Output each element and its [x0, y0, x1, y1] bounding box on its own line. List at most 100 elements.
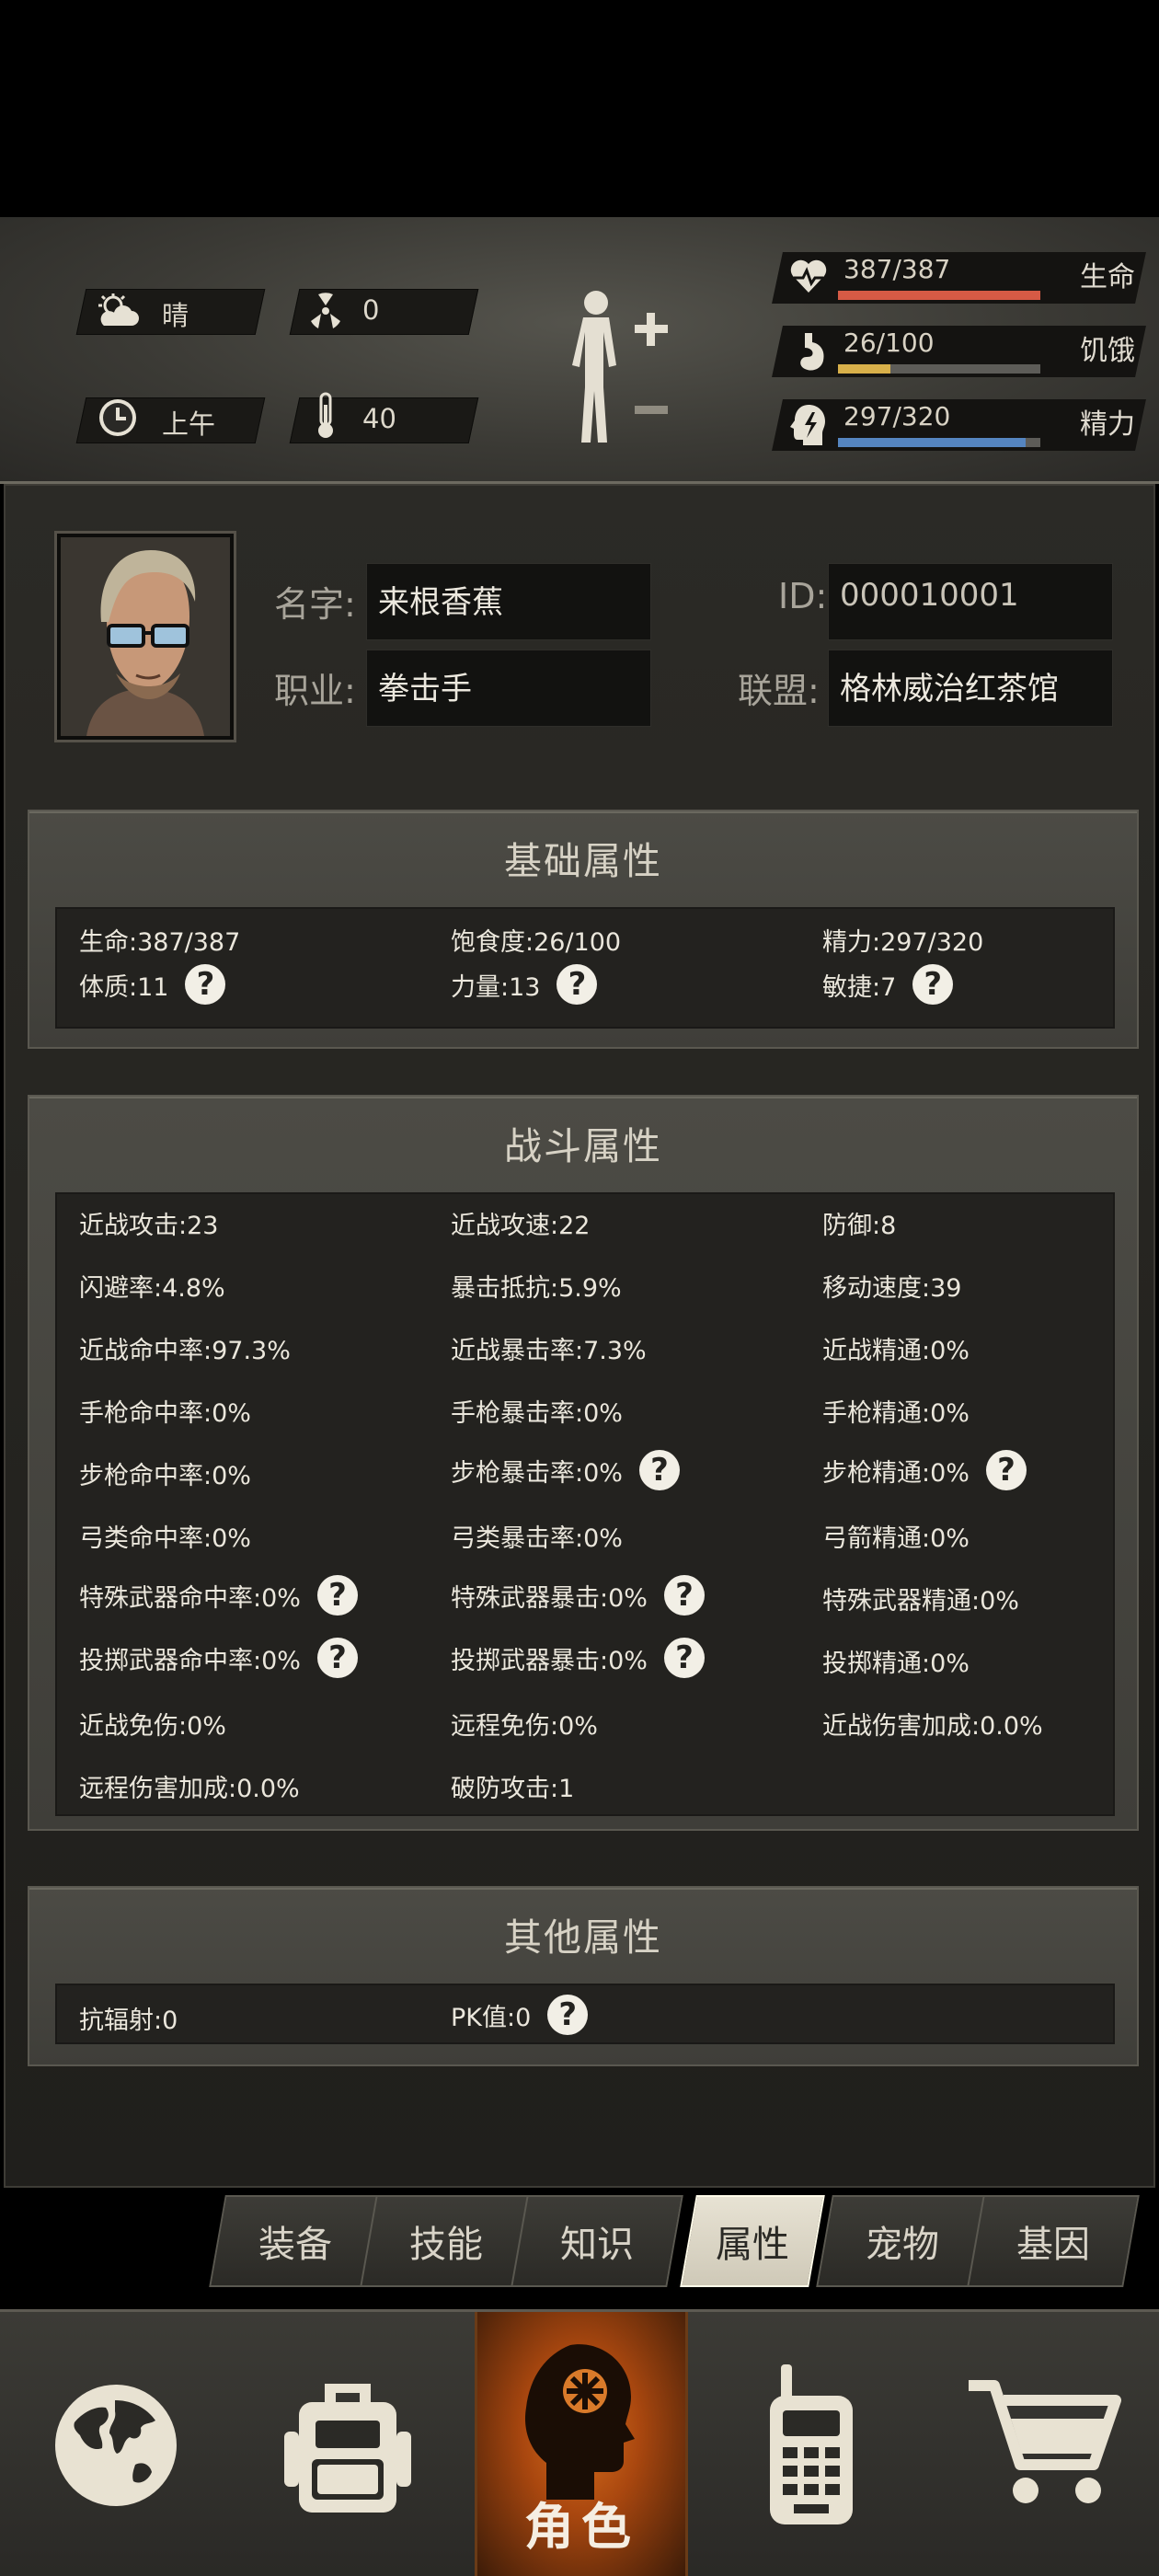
attr-cell: 弓箭精通:0% — [822, 1524, 970, 1553]
attr-cell: 远程免伤:0% — [451, 1712, 598, 1741]
avatar[interactable] — [57, 534, 234, 740]
nav-character-label: 角色 — [524, 2498, 638, 2556]
attr-cell: 体质:11? — [79, 964, 226, 1005]
body-status-button[interactable] — [559, 284, 670, 459]
vital-hunger: 26/100 饥饿 — [772, 326, 1146, 377]
other-attributes-list: 抗辐射:0 PK值:0? — [55, 1984, 1115, 2044]
attr-cell: 精力:297/320 — [822, 928, 984, 957]
cart-icon — [969, 2380, 1121, 2503]
energy-label: 精力 — [1080, 408, 1135, 441]
attr-cell: 近战精通:0% — [822, 1337, 970, 1365]
hunger-bar — [838, 364, 1040, 374]
globe-icon — [55, 2385, 177, 2506]
hunger-label: 饥饿 — [1080, 335, 1135, 367]
nav-radio-button[interactable] — [695, 2312, 927, 2576]
character-tabs: 装备 技能 知识 属性 宠物 基因 — [209, 2195, 1140, 2289]
basic-attributes-title: 基础属性 — [504, 839, 662, 883]
attr-cell: 防御:8 — [822, 1212, 897, 1240]
help-icon[interactable]: ? — [316, 1575, 358, 1616]
tab-genes[interactable]: 基因 — [967, 2195, 1140, 2287]
attr-cell: 特殊武器暴击:0%? — [451, 1575, 705, 1616]
attr-cell: 近战免伤:0% — [79, 1712, 226, 1741]
name-field: 来根香蕉 — [366, 563, 651, 640]
clock-icon — [94, 394, 142, 442]
character-icon — [524, 2344, 635, 2500]
attr-cell: 近战命中率:97.3% — [79, 1337, 291, 1365]
attr-cell: 弓类暴击率:0% — [451, 1524, 623, 1553]
radio-icon — [770, 2364, 853, 2524]
attr-cell: 特殊武器命中率:0%? — [79, 1575, 358, 1616]
attr-cell: 近战伤害加成:0.0% — [822, 1712, 1043, 1741]
status-bar: 晴 0 上午 40 387/387 生命 26/100 饥饿 297/320 精… — [0, 217, 1159, 484]
help-icon[interactable]: ? — [663, 1638, 705, 1678]
nav-world-button[interactable] — [0, 2312, 232, 2576]
attr-cell: 近战暴击率:7.3% — [451, 1337, 647, 1365]
attr-cell: 手枪暴击率:0% — [451, 1399, 623, 1428]
tab-equipment[interactable]: 装备 — [209, 2195, 382, 2287]
help-icon[interactable]: ? — [557, 964, 598, 1005]
help-icon[interactable]: ? — [985, 1450, 1027, 1490]
vital-energy: 297/320 精力 — [772, 399, 1146, 451]
tab-attributes[interactable]: 属性 — [680, 2195, 825, 2287]
alliance-label: 联盟: — [738, 671, 820, 711]
attr-cell: 饱食度:26/100 — [451, 928, 622, 957]
nav-character-button[interactable]: 角色 — [475, 2312, 688, 2576]
combat-attributes-section: 战斗属性 近战攻击:23 近战攻速:22 防御:8 闪避率:4.8% 暴击抵抗:… — [28, 1095, 1139, 1831]
attr-cell: 弓类命中率:0% — [79, 1524, 251, 1553]
time-label: 上午 — [162, 408, 216, 440]
health-label: 生命 — [1080, 261, 1135, 293]
id-field: 000010001 — [828, 563, 1113, 640]
energy-value: 297/320 — [843, 401, 951, 431]
attr-cell: 暴击抵抗:5.9% — [451, 1274, 622, 1303]
id-label: ID: — [778, 576, 828, 616]
health-value: 387/387 — [843, 254, 951, 284]
health-bar-fill — [838, 291, 1040, 300]
tab-knowledge[interactable]: 知识 — [511, 2195, 683, 2287]
name-label: 名字: — [274, 584, 356, 625]
job-label: 职业: — [274, 671, 356, 711]
nav-backpack-button[interactable] — [232, 2312, 464, 2576]
vital-health: 387/387 生命 — [772, 252, 1146, 304]
help-icon[interactable]: ? — [663, 1575, 705, 1616]
attr-cell: 力量:13? — [451, 964, 598, 1005]
stomach-icon — [788, 329, 829, 374]
hunger-value: 26/100 — [843, 328, 935, 358]
character-panel: 名字: 来根香蕉 ID: 000010001 职业: 拳击手 联盟: 格林威治红… — [4, 484, 1155, 2188]
job-field: 拳击手 — [366, 650, 651, 727]
attr-cell: 近战攻速:22 — [451, 1212, 591, 1240]
help-icon[interactable]: ? — [185, 964, 226, 1005]
basic-attributes-list: 生命:387/387 饱食度:26/100 精力:297/320 体质:11? … — [55, 907, 1115, 1029]
attr-cell: 特殊武器精通:0% — [822, 1587, 1019, 1616]
attr-cell: PK值:0? — [451, 1995, 589, 2035]
attr-cell: 生命:387/387 — [79, 928, 241, 957]
attr-cell: 步枪精通:0%? — [822, 1450, 1027, 1490]
attr-cell: 手枪命中率:0% — [79, 1399, 251, 1428]
radiation-icon — [302, 287, 350, 335]
attr-cell: 步枪暴击率:0%? — [451, 1450, 680, 1490]
weather-label: 晴 — [162, 300, 189, 331]
attr-cell: 手枪精通:0% — [822, 1399, 970, 1428]
other-attributes-title: 其他属性 — [504, 1915, 662, 1960]
basic-attributes-section: 基础属性 生命:387/387 饱食度:26/100 精力:297/320 体质… — [28, 810, 1139, 1049]
energy-head-icon — [788, 403, 829, 447]
attr-cell: 近战攻击:23 — [79, 1212, 219, 1240]
help-icon[interactable]: ? — [912, 964, 954, 1005]
energy-bar — [838, 438, 1040, 447]
attr-cell: 敏捷:7? — [822, 964, 954, 1005]
tab-skills[interactable]: 技能 — [360, 2195, 533, 2287]
energy-bar-fill — [838, 438, 1027, 447]
attr-cell: 抗辐射:0 — [79, 2007, 178, 2035]
attr-cell: 远程伤害加成:0.0% — [79, 1775, 300, 1803]
health-bar — [838, 291, 1040, 300]
help-icon[interactable]: ? — [547, 1995, 589, 2035]
partly-cloudy-icon — [94, 287, 142, 335]
alliance-field: 格林威治红茶馆 — [828, 650, 1113, 727]
other-attributes-section: 其他属性 抗辐射:0 PK值:0? — [28, 1886, 1139, 2066]
help-icon[interactable]: ? — [638, 1450, 680, 1490]
tab-pets[interactable]: 宠物 — [816, 2195, 989, 2287]
attr-cell: 投掷精通:0% — [822, 1650, 970, 1678]
nav-shop-button[interactable] — [927, 2312, 1159, 2576]
attr-cell: 破防攻击:1 — [451, 1775, 575, 1803]
bottom-nav: 角色 — [0, 2309, 1159, 2576]
help-icon[interactable]: ? — [316, 1638, 358, 1678]
